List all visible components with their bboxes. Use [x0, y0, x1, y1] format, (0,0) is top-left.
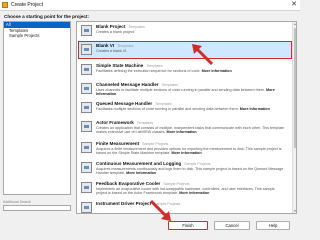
item-name: Channeled Message Handler	[96, 82, 159, 87]
item-description: Acquires measurements continuously and l…	[96, 166, 284, 175]
list-item-blank-project[interactable]: Blank Project Templates Creates a blank p…	[79, 23, 291, 39]
sample-project-icon	[81, 202, 92, 213]
item-kind: Templates	[155, 102, 172, 106]
item-description: Facilitates defining the execution seque…	[96, 68, 232, 73]
template-icon	[81, 83, 92, 94]
vi-icon	[81, 44, 92, 55]
item-name: Blank VI	[96, 43, 115, 48]
title-bar: Create Project ✕	[0, 0, 300, 11]
scrollbar-thumb[interactable]	[293, 28, 296, 148]
more-information-link[interactable]: More Information	[240, 107, 270, 111]
item-name: Finite Measurement	[96, 141, 140, 146]
template-icon	[81, 121, 92, 132]
list-item-simple-state-machine[interactable]: Simple State Machine Templates Facilitate…	[79, 62, 291, 78]
close-icon[interactable]: ✕	[291, 0, 297, 10]
item-kind: Templates	[161, 83, 178, 87]
item-description: Creates an application that consists of …	[96, 125, 285, 134]
item-name: Feedback Evaporative Cooler	[96, 181, 161, 186]
annotation-arrow-icon	[192, 44, 214, 66]
more-information-link[interactable]: More Information	[167, 130, 197, 134]
template-icon	[81, 64, 92, 75]
item-kind: Templates	[128, 25, 145, 29]
labview-app-icon	[2, 2, 8, 8]
template-icon	[81, 102, 92, 113]
dialog-button-bar: Finish Cancel Help	[0, 217, 300, 237]
list-scrollbar[interactable]: ▲ ▼	[292, 22, 296, 213]
additional-search-input[interactable]	[3, 205, 71, 211]
item-name: Blank Project	[96, 24, 126, 29]
window-title: Create Project	[11, 2, 43, 8]
item-kind: Sample Projects	[163, 182, 190, 186]
list-item-finite-measurement[interactable]: Finite Measurement Sample Projects Acquir…	[79, 140, 291, 156]
scroll-down-icon[interactable]: ▼	[293, 209, 297, 213]
additional-search-label: Additional Search	[3, 200, 32, 204]
project-icon	[81, 25, 92, 36]
help-button[interactable]: Help	[256, 221, 290, 230]
list-item-channeled-message-handler[interactable]: Channeled Message Handler Templates Uses …	[79, 81, 291, 97]
item-kind: Sample Projects	[142, 142, 169, 146]
more-information-link[interactable]: More Information	[126, 171, 156, 175]
item-kind: Templates	[146, 64, 163, 68]
list-item-feedback-evaporative-cooler[interactable]: Feedback Evaporative Cooler Sample Projec…	[79, 180, 291, 196]
list-item-continuous-measurement[interactable]: Continuous Measurement and Logging Sample…	[79, 160, 291, 176]
tree-item-sample-projects[interactable]: Sample Projects	[4, 33, 70, 39]
item-kind: Sample Projects	[184, 162, 211, 166]
item-description: Implements an evaporative cooler with ho…	[96, 186, 275, 195]
more-information-link[interactable]: More Information	[202, 69, 232, 73]
item-name: Continuous Measurement and Logging	[96, 161, 182, 166]
item-kind: Templates	[117, 44, 134, 48]
list-item-actor-framework[interactable]: Actor Framework Templates Creates an appl…	[79, 119, 291, 135]
list-item-queued-message-handler[interactable]: Queued Message Handler Templates Facilita…	[79, 100, 291, 116]
cancel-button[interactable]: Cancel	[214, 221, 250, 230]
more-information-link[interactable]: More Information	[179, 191, 209, 195]
item-description: Acquires a finite measurement and provid…	[96, 146, 282, 155]
sample-project-icon	[81, 182, 92, 193]
finish-button[interactable]: Finish	[168, 221, 208, 230]
item-name: Queued Message Handler	[96, 101, 153, 106]
list-item-instrument-driver-project[interactable]: Instrument Driver Project Sample Projects	[79, 200, 291, 213]
prompt-label: Choose a starting point for the project:	[4, 14, 89, 19]
item-name: Actor Framework	[96, 120, 134, 125]
sample-project-icon	[81, 162, 92, 173]
item-description: Facilitates multiple sections of code ru…	[96, 106, 270, 111]
item-description: Creates a blank project.	[96, 29, 135, 34]
item-description: Uses channels to facilitate multiple sec…	[96, 87, 275, 96]
template-list: Blank Project Templates Creates a blank p…	[76, 21, 297, 214]
sample-project-icon	[81, 142, 92, 153]
scroll-up-icon[interactable]: ▲	[293, 22, 297, 26]
list-item-blank-vi[interactable]: Blank VI Templates Creates a blank VI.	[78, 41, 292, 59]
more-information-link[interactable]: More Information	[171, 151, 201, 155]
item-name: Simple State Machine	[96, 63, 144, 68]
category-tree: All Templates Sample Projects	[3, 21, 71, 195]
item-name: Instrument Driver Project	[96, 201, 152, 206]
item-kind: Templates	[136, 121, 154, 125]
